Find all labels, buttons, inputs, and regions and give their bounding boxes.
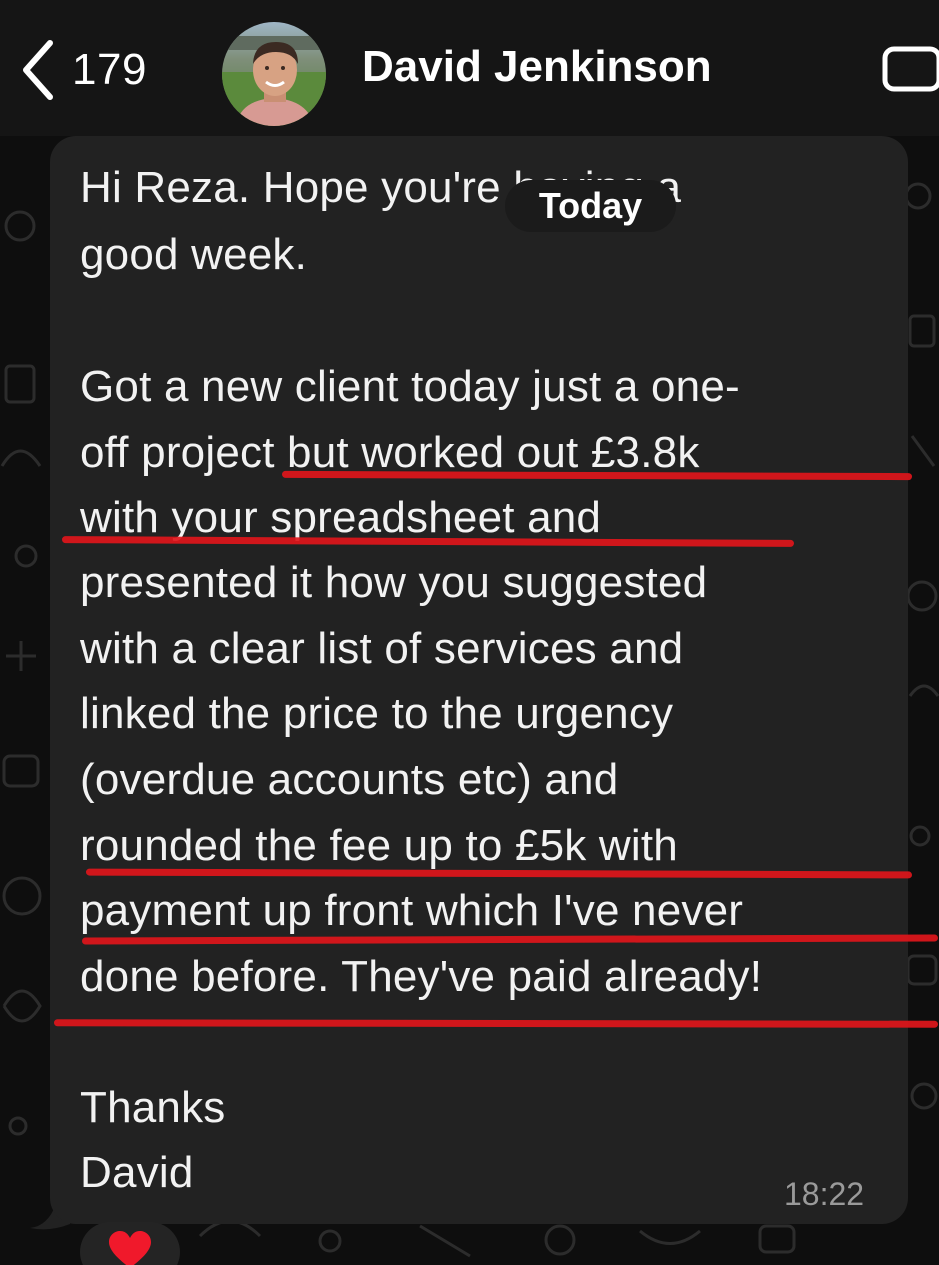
message-line: off project but worked out £3.8k (80, 428, 700, 477)
message-timestamp: 18:22 (784, 1176, 865, 1212)
message-line: good week. (80, 230, 308, 279)
chat-screen: 179 David Jenkinson Hi Reza. Hope you're… (0, 0, 939, 1265)
message-reaction[interactable] (80, 1222, 180, 1265)
message-line: (overdue accounts etc) and (80, 755, 619, 804)
message-line: rounded the fee up to £5k with (80, 821, 678, 870)
message-line: Thanks (80, 1083, 226, 1132)
message-line: with your spreadsheet and (80, 493, 602, 542)
message-line: with a clear list of services and (80, 624, 684, 673)
message-line: linked the price to the urgency (80, 689, 674, 738)
video-call-icon (880, 46, 939, 98)
avatar[interactable] (222, 22, 326, 126)
chat-area[interactable]: Hi Reza. Hope you're having a good week.… (0, 136, 939, 1265)
video-call-button[interactable] (880, 44, 939, 94)
message-line: Got a new client today just a one- (80, 362, 740, 411)
back-button[interactable]: 179 (18, 30, 147, 110)
message-line: payment up front which I've never (80, 886, 744, 935)
contact-name[interactable]: David Jenkinson (362, 42, 712, 92)
message-line: done before. They've paid already! (80, 952, 763, 1001)
date-separator: Today (505, 180, 676, 232)
chat-header: 179 David Jenkinson (0, 0, 939, 136)
red-heart-icon (107, 1230, 153, 1265)
message-bubble[interactable] (50, 136, 908, 1224)
message-line: presented it how you suggested (80, 558, 708, 607)
unread-count: 179 (72, 45, 147, 94)
chevron-left-icon (18, 39, 58, 101)
message-line: David (80, 1148, 194, 1197)
